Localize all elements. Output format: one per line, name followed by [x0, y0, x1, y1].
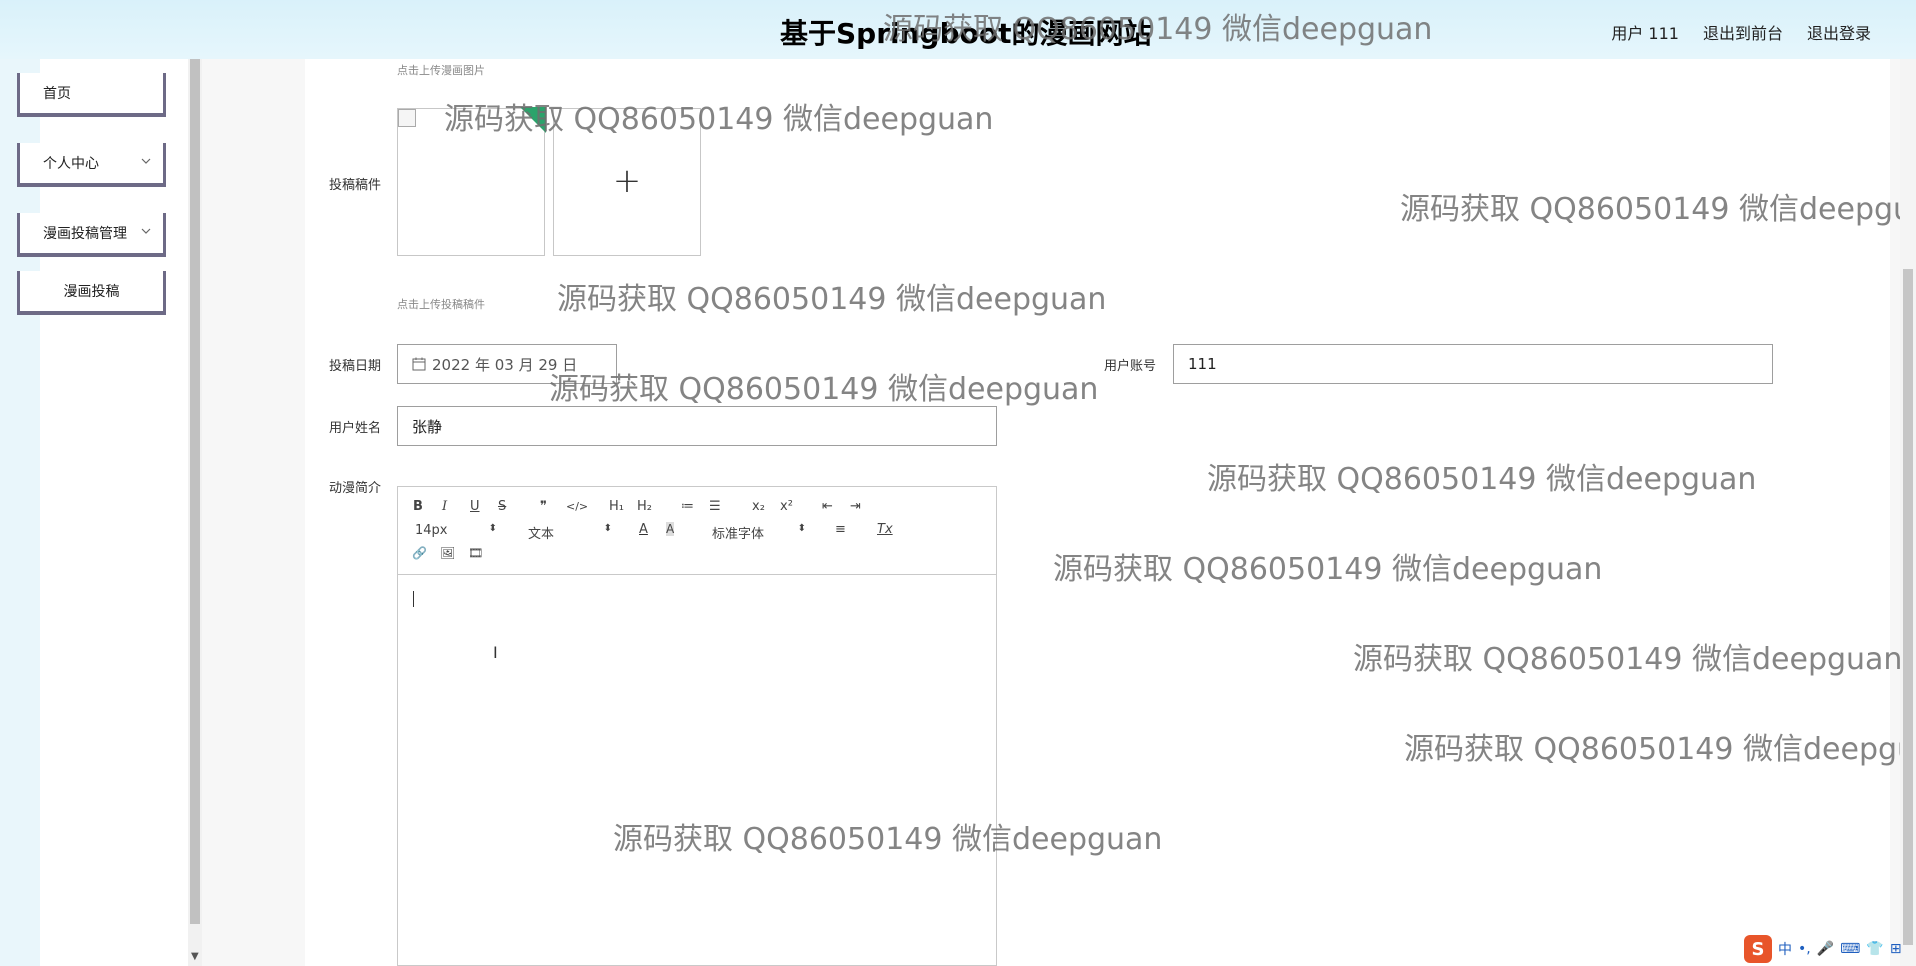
page-scrollbar[interactable]	[1900, 59, 1916, 966]
sidebar-scrollbar-thumb[interactable]	[190, 59, 200, 924]
skin-icon[interactable]: 👕	[1866, 941, 1883, 957]
sidebar-item-personal-center[interactable]: 个人中心	[17, 143, 166, 187]
rich-text-editor[interactable]: B I U S ❞ </> H₁ H₂ ≔ ☰ x₂ x² ⇤ ⇥ 14px ⬍…	[397, 486, 997, 966]
text-type-select[interactable]: 文本 ⬍	[528, 523, 612, 542]
sogou-logo-icon[interactable]: S	[1744, 935, 1772, 963]
sidebar-item-manga-submission-management[interactable]: 漫画投稿管理	[17, 213, 166, 257]
user-link[interactable]: 用户 111	[1611, 20, 1679, 44]
background-color-button[interactable]: A	[666, 522, 675, 536]
name-value: 张静	[412, 417, 443, 436]
code-button[interactable]: </>	[566, 500, 588, 513]
microphone-icon[interactable]: 🎤	[1817, 941, 1834, 957]
sidebar-item-home[interactable]: 首页	[17, 73, 166, 117]
italic-button[interactable]: I	[442, 499, 447, 514]
bold-button[interactable]: B	[413, 499, 423, 514]
font-family-select[interactable]: 标准字体 ⬍	[712, 523, 806, 542]
calendar-icon	[412, 357, 426, 371]
intro-label: 动漫简介	[329, 481, 382, 496]
logout-link[interactable]: 退出登录	[1807, 20, 1871, 44]
sidebar-item-manga-submission[interactable]: 漫画投稿	[17, 271, 166, 315]
sidebar-item-label: 漫画投稿	[63, 284, 120, 300]
success-corner-icon	[520, 107, 546, 133]
toolbox-icon[interactable]: ⊞	[1890, 941, 1902, 957]
sidebar: 首页 个人中心 漫画投稿管理 漫画投稿	[0, 59, 188, 966]
account-value: 111	[1188, 355, 1217, 373]
sidebar-panel	[40, 59, 188, 966]
account-label: 用户账号	[1104, 359, 1157, 374]
image-button[interactable]: 🖼	[440, 546, 455, 560]
video-button[interactable]: 🎞	[468, 546, 483, 560]
page-scrollbar-thumb[interactable]	[1903, 269, 1913, 945]
outdent-button[interactable]: ⇤	[822, 499, 833, 514]
select-arrows-icon: ⬍	[797, 523, 806, 534]
link-button[interactable]: 🔗	[412, 546, 427, 560]
site-title: 基于Springboot的漫画网站	[780, 17, 1152, 50]
ordered-list-button[interactable]: ≔	[681, 499, 694, 514]
font-size-value: 14px	[415, 523, 448, 538]
chevron-down-icon	[141, 228, 151, 234]
text-caret	[413, 591, 414, 607]
manuscript-label: 投稿稿件	[329, 178, 382, 193]
sidebar-scrollbar[interactable]: ▼	[188, 59, 202, 966]
plus-icon: +	[612, 161, 642, 202]
font-family-value: 标准字体	[712, 527, 765, 542]
font-color-button[interactable]: A	[639, 522, 648, 537]
select-arrows-icon: ⬍	[488, 523, 497, 534]
date-label: 投稿日期	[329, 359, 382, 374]
keyboard-icon[interactable]: ⌨	[1840, 941, 1860, 957]
uploaded-file-preview[interactable]	[397, 107, 546, 256]
text-type-value: 文本	[528, 527, 555, 542]
upload-add-button[interactable]: +	[553, 108, 701, 256]
indent-button[interactable]: ⇥	[850, 499, 861, 514]
clear-format-button[interactable]: Tx	[877, 522, 893, 537]
sidebar-item-label: 个人中心	[43, 156, 99, 172]
underline-button[interactable]: U	[470, 499, 480, 514]
align-button[interactable]: ≡	[835, 522, 846, 537]
sidebar-item-label: 漫画投稿管理	[43, 226, 127, 242]
quote-button[interactable]: ❞	[540, 499, 547, 514]
sidebar-item-label: 首页	[43, 86, 71, 102]
editor-toolbar: B I U S ❞ </> H₁ H₂ ≔ ☰ x₂ x² ⇤ ⇥ 14px ⬍…	[398, 487, 996, 575]
manuscript-upload-hint: 点击上传投稿稿件	[397, 298, 485, 311]
chinese-mode-icon[interactable]: 中	[1778, 939, 1792, 959]
name-field[interactable]: 张静	[397, 406, 997, 446]
h1-button[interactable]: H₁	[609, 499, 624, 514]
select-arrows-icon: ⬍	[603, 523, 612, 534]
punctuation-icon[interactable]: •,	[1798, 941, 1811, 957]
date-value: 2022 年 03 月 29 日	[432, 355, 578, 374]
ime-toolbar[interactable]: S 中 •, 🎤 ⌨ 👕 ⊞	[1736, 932, 1916, 966]
broken-image-icon	[398, 109, 416, 127]
font-size-select[interactable]: 14px ⬍	[415, 523, 497, 538]
scroll-down-arrow-icon[interactable]: ▼	[191, 951, 199, 962]
header-links: 用户 111 退出到前台 退出登录	[1611, 20, 1871, 44]
top-header: 基于Springboot的漫画网站 用户 111 退出到前台 退出登录	[0, 0, 1916, 59]
subscript-button[interactable]: x₂	[752, 499, 765, 514]
bullet-list-button[interactable]: ☰	[709, 499, 721, 514]
back-to-front-link[interactable]: 退出到前台	[1703, 20, 1783, 44]
h2-button[interactable]: H₂	[637, 499, 652, 514]
account-field[interactable]: 111	[1173, 344, 1773, 384]
cover-upload-hint: 点击上传漫画图片	[397, 64, 485, 77]
strike-button[interactable]: S	[498, 499, 506, 514]
date-picker[interactable]: 2022 年 03 月 29 日	[397, 344, 617, 384]
chevron-down-icon	[141, 158, 151, 164]
name-label: 用户姓名	[329, 421, 382, 436]
ibeam-cursor-icon: I	[493, 643, 498, 662]
superscript-button[interactable]: x²	[780, 499, 793, 514]
